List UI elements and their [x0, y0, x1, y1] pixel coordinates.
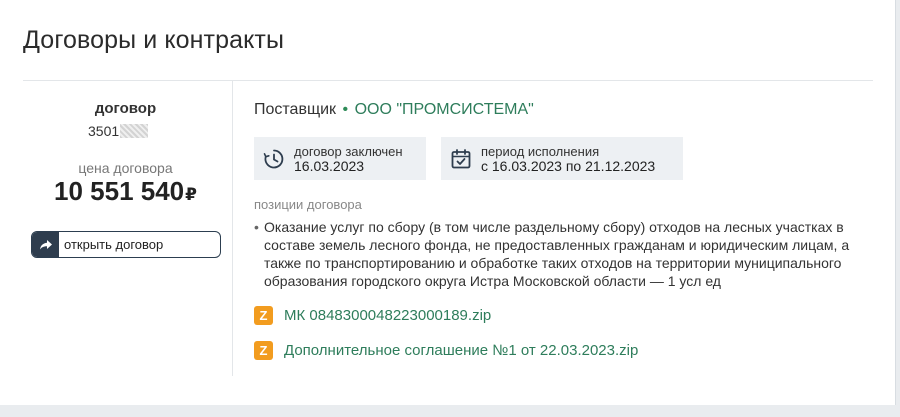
contract-number-masked	[120, 124, 149, 138]
period-info: период исполнения с 16.03.2023 по 21.12.…	[481, 144, 655, 174]
contract-label: договор	[94, 100, 157, 117]
open-contract-button[interactable]: открыть договор	[31, 231, 221, 258]
list-bullet: •	[254, 219, 259, 235]
price-label: цена договора	[78, 160, 173, 176]
period-value: с 16.03.2023 по 21.12.2023	[481, 157, 656, 174]
contract-number: 3501	[88, 123, 149, 139]
concluded-info: договор заключен 16.03.2023	[294, 144, 403, 174]
supplier-line: Поставщик • ООО "ПРОМСИСТЕМА"	[254, 101, 534, 119]
calendar-check-icon	[450, 148, 472, 170]
share-arrow-icon	[32, 232, 59, 257]
contract-summary: договор 3501 цена договора 10 551 540₽ о…	[23, 81, 233, 376]
price-value: 10 551 540	[54, 176, 185, 206]
contracts-card: Договоры и контракты договор 3501 цена д…	[0, 0, 896, 405]
concluded-label: договор заключен	[294, 143, 403, 159]
clock-icon	[263, 148, 285, 170]
concluded-value: 16.03.2023	[294, 157, 365, 174]
contract-price: 10 551 540₽	[23, 176, 228, 207]
file-name[interactable]: Дополнительное соглашение №1 от 22.03.20…	[284, 342, 638, 359]
file-link[interactable]: Z МК 0848300048223000189.zip	[254, 306, 491, 325]
zip-file-icon: Z	[254, 341, 273, 360]
period-box: период исполнения с 16.03.2023 по 21.12.…	[441, 137, 683, 180]
period-label: период исполнения	[481, 143, 600, 159]
position-text: Оказание услуг по сбору (в том числе раз…	[264, 219, 850, 289]
list-item: • Оказание услуг по сбору (в том числе р…	[254, 218, 879, 290]
zip-file-icon: Z	[254, 306, 273, 325]
currency-symbol: ₽	[185, 185, 197, 204]
supplier-separator: •	[342, 101, 349, 118]
file-link[interactable]: Z Дополнительное соглашение №1 от 22.03.…	[254, 341, 638, 360]
concluded-date-box: договор заключен 16.03.2023	[254, 137, 426, 180]
positions-label: позиции договора	[254, 197, 362, 212]
file-name[interactable]: МК 0848300048223000189.zip	[284, 307, 491, 324]
supplier-name-link[interactable]: ООО "ПРОМСИСТЕМА"	[355, 101, 534, 118]
open-contract-label: открыть договор	[64, 237, 164, 252]
contract-number-prefix: 3501	[88, 123, 120, 139]
supplier-label: Поставщик	[254, 101, 337, 118]
page-title: Договоры и контракты	[23, 26, 285, 54]
